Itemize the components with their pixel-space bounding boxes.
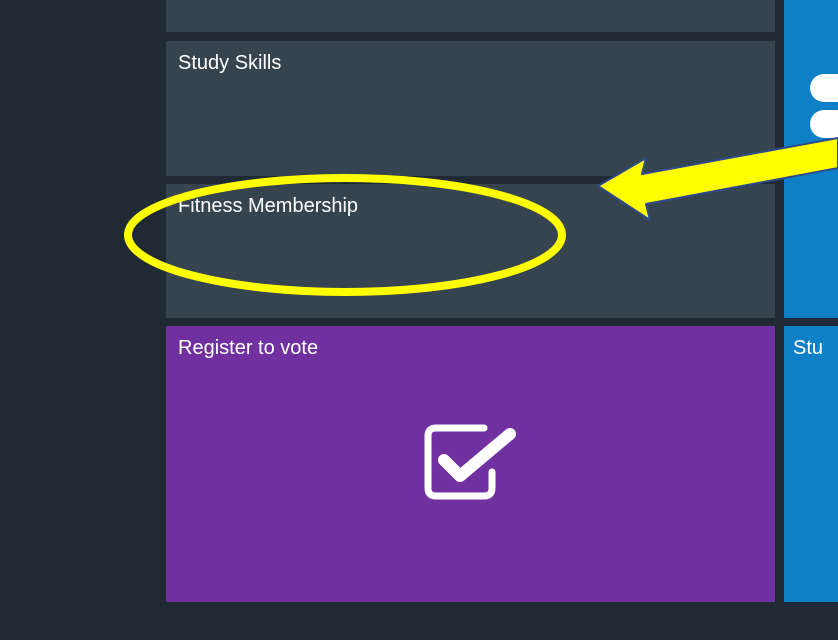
dashboard-screen: Study Skills Fitness Membership Register… <box>0 0 838 640</box>
checkbox-checked-icon <box>424 424 516 500</box>
partial-glyph-icon <box>810 74 838 138</box>
tile-fitness-membership-label: Fitness Membership <box>178 195 359 217</box>
tile-register-to-vote[interactable]: Register to vote <box>166 326 775 602</box>
tile-blue-top[interactable] <box>784 0 838 318</box>
tile-fitness-membership[interactable]: Fitness Membership <box>166 184 775 318</box>
tile-study-skills-label: Study Skills <box>178 52 282 74</box>
tile-blue-bottom[interactable]: Stu <box>784 326 838 602</box>
tile-top-partial[interactable] <box>166 0 775 32</box>
tile-register-to-vote-label: Register to vote <box>178 337 319 359</box>
tile-study-skills[interactable]: Study Skills <box>166 41 775 176</box>
tile-blue-bottom-label: Stu <box>793 337 824 359</box>
